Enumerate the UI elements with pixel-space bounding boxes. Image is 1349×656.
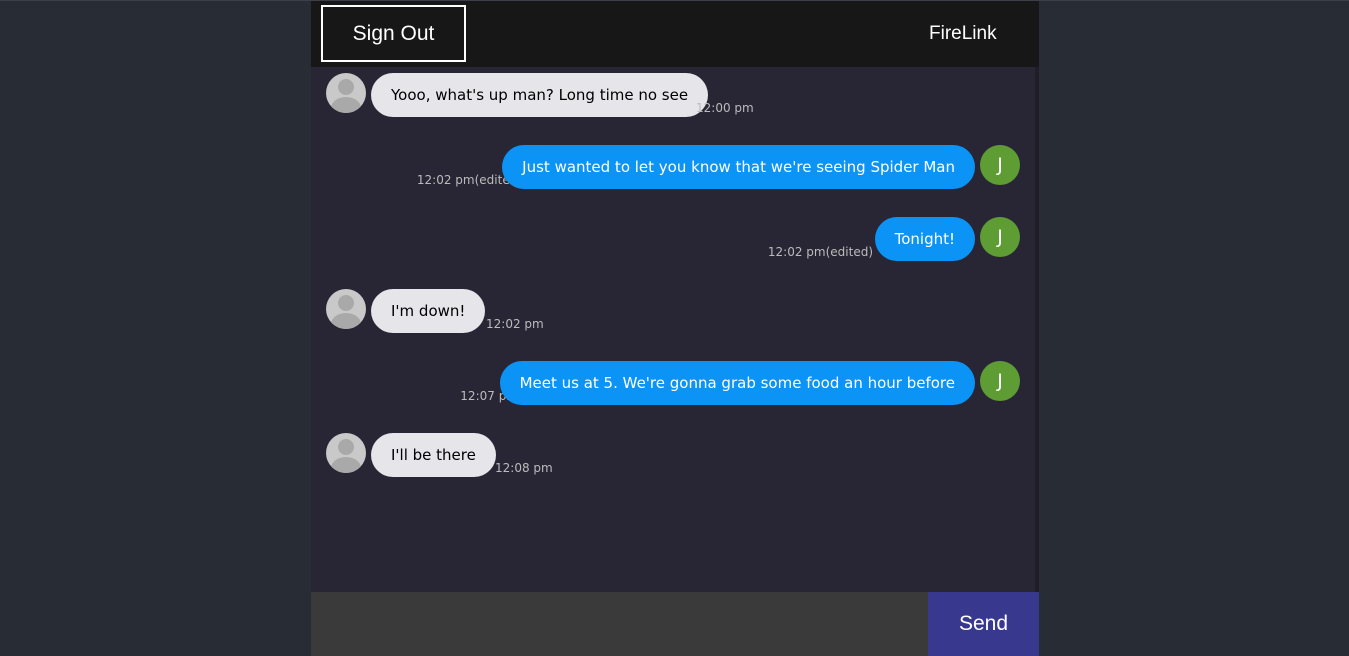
- message-list: Yooo, what's up man? Long time no see 12…: [311, 67, 1035, 592]
- user-avatar: J: [980, 217, 1020, 257]
- user-avatar: J: [980, 361, 1020, 401]
- message-bubble: Yooo, what's up man? Long time no see: [371, 73, 709, 117]
- message-sent: 12:02 pm(edited) Just wanted to let you …: [311, 145, 1035, 191]
- message-received: I'll be there 12:08 pm: [311, 433, 1035, 479]
- message-received: I'm down! 12:02 pm: [311, 289, 1035, 335]
- message-timestamp: 12:02 pm: [486, 317, 544, 331]
- user-avatar: J: [980, 145, 1020, 185]
- message-list-scrollbar[interactable]: [1035, 67, 1039, 592]
- message-bubble: Meet us at 5. We're gonna grab some food…: [499, 361, 975, 405]
- sign-out-button[interactable]: Sign Out: [321, 5, 466, 62]
- message-bubble: Just wanted to let you know that we're s…: [502, 145, 975, 189]
- message-input[interactable]: [311, 592, 928, 656]
- message-bubble: I'll be there: [371, 433, 496, 477]
- chat-app: Sign Out FireLink Yooo, what's up man? L…: [311, 1, 1039, 656]
- user-placeholder-icon: [326, 433, 366, 473]
- user-placeholder-icon: [326, 73, 366, 113]
- brand-title: FireLink: [929, 23, 997, 44]
- message-timestamp: 12:08 pm: [495, 461, 553, 475]
- message-sent: 12:07 pm Meet us at 5. We're gonna grab …: [311, 361, 1035, 407]
- message-bubble: I'm down!: [371, 289, 486, 333]
- message-timestamp: 12:02 pm(edited): [767, 245, 873, 259]
- user-placeholder-icon: [326, 289, 366, 329]
- message-timestamp: 12:00 pm: [696, 101, 754, 115]
- message-sent: 12:02 pm(edited) Tonight! J: [311, 217, 1035, 263]
- message-bubble: Tonight!: [874, 217, 975, 261]
- message-received: Yooo, what's up man? Long time no see 12…: [311, 73, 1035, 119]
- send-button[interactable]: Send: [928, 592, 1039, 656]
- header: Sign Out FireLink: [311, 1, 1039, 67]
